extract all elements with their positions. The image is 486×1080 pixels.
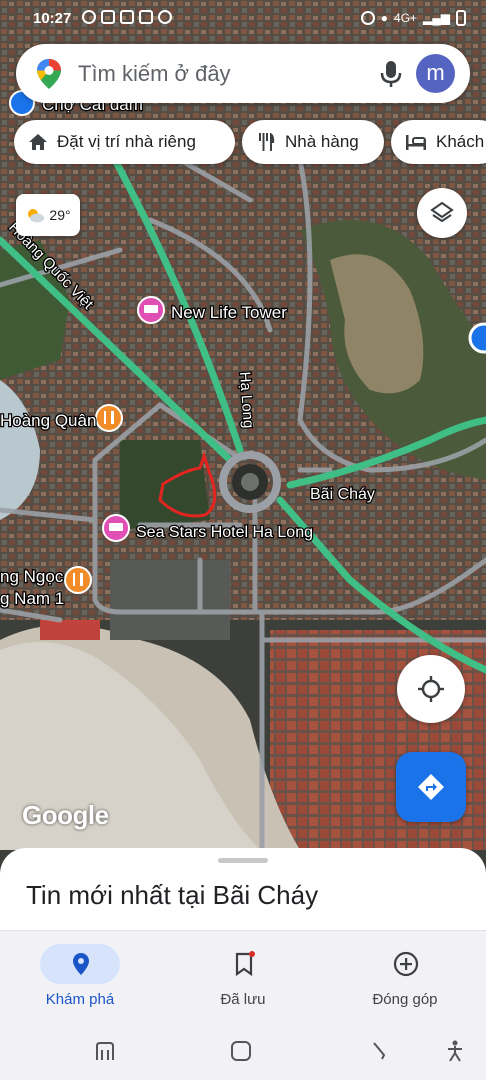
signal-icon: ▂▄▆ (423, 11, 450, 25)
chip-set-home[interactable]: Đặt vị trí nhà riêng (14, 120, 235, 164)
nav-label-contribute: Đóng góp (372, 991, 438, 1008)
notification-icons (82, 10, 172, 24)
label-ngoc: ng Ngọc (0, 567, 64, 586)
messenger-icon (82, 10, 96, 24)
poi-marker-right-edge[interactable] (468, 322, 486, 354)
nav-tab-explore[interactable]: Khám phá (0, 931, 160, 1027)
bottom-navigation: Khám phá Đã lưu Đóng góp (0, 930, 486, 1027)
chip-label: Đặt vị trí nhà riêng (57, 132, 196, 151)
chip-restaurants[interactable]: Nhà hàng (242, 120, 384, 164)
recent-apps-icon[interactable] (94, 1040, 116, 1062)
accessibility-icon[interactable] (446, 1040, 464, 1062)
nav-label-explore: Khám phá (45, 991, 115, 1008)
layers-button[interactable] (417, 188, 467, 238)
zalo-icon (139, 10, 153, 24)
weather-badge[interactable]: 29° (16, 194, 80, 236)
system-navigation-bar (0, 1026, 486, 1080)
bottom-sheet[interactable]: Tin mới nhất tại Bãi Cháy (0, 848, 486, 938)
status-bar: 10:27 ● 4G+ ▂▄▆ (0, 0, 486, 38)
folder-icon (101, 10, 115, 24)
hotel-icon (406, 135, 426, 150)
restaurant-marker-ngoc[interactable] (64, 566, 92, 594)
sheet-title: Tin mới nhất tại Bãi Cháy (26, 880, 319, 910)
status-time: 10:27 (33, 10, 72, 27)
google-icon (158, 10, 172, 24)
layers-icon (430, 201, 454, 223)
home-icon (29, 134, 47, 150)
hotel-marker-new-life[interactable] (137, 296, 165, 324)
google-maps-pin-icon (37, 59, 61, 89)
partly-cloudy-icon (28, 209, 45, 223)
sheet-drag-handle[interactable] (218, 858, 268, 863)
add-circle-icon (393, 951, 419, 977)
alarm-icon (360, 11, 375, 25)
nav-tab-saved[interactable]: Đã lưu (163, 931, 323, 1027)
chip-label: Khách (436, 132, 485, 151)
label-bai-chay: Bãi Cháy (310, 486, 375, 503)
my-location-icon (418, 676, 444, 702)
check-icon (120, 10, 134, 24)
label-nam: g Nam 1 (0, 589, 64, 608)
my-location-button[interactable] (397, 655, 465, 723)
chip-hotels[interactable]: Khách (391, 120, 486, 164)
chip-label: Nhà hàng (285, 132, 359, 151)
directions-icon (418, 774, 444, 800)
bookmark-icon (235, 951, 255, 977)
home-button-icon[interactable] (230, 1040, 252, 1062)
system-icons: ● 4G+ ▂▄▆ (360, 10, 466, 26)
back-icon[interactable] (368, 1040, 390, 1062)
nav-tab-contribute[interactable]: Đóng góp (325, 931, 485, 1027)
search-input[interactable]: Tìm kiếm ở đây (78, 61, 231, 87)
nav-label-saved: Đã lưu (220, 991, 266, 1008)
directions-button[interactable] (396, 752, 466, 822)
label-hoang-quan: Hoàng Quân (0, 411, 96, 430)
restaurant-marker-hoang-quan[interactable] (95, 404, 123, 432)
hotel-marker-sea-stars[interactable] (102, 514, 130, 542)
network-type: 4G+ (394, 11, 418, 25)
label-new-life-tower: New Life Tower (171, 303, 287, 322)
google-watermark: Google (22, 800, 109, 830)
microphone-icon[interactable] (377, 59, 405, 89)
restaurant-icon (259, 133, 275, 151)
location-icon: ● (380, 11, 389, 25)
account-avatar[interactable]: m (416, 54, 455, 93)
label-sea-stars-hotel: Sea Stars Hotel Ha Long (136, 524, 313, 541)
weather-temp: 29° (49, 207, 71, 223)
search-bar[interactable]: Tìm kiếm ở đây m (16, 44, 470, 103)
explore-pin-icon (73, 953, 89, 975)
battery-icon (456, 10, 466, 26)
